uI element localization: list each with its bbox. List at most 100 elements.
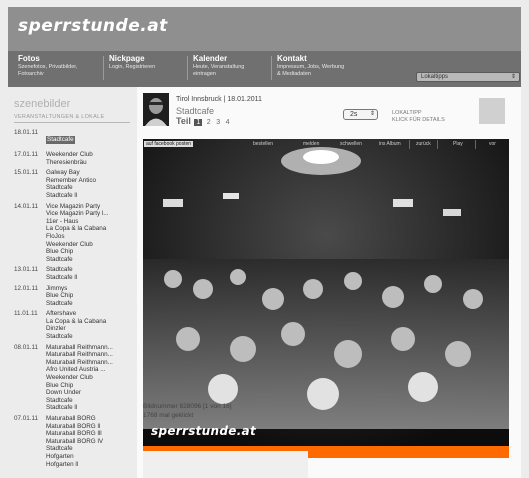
event-link[interactable]: 11er - Haus: [46, 218, 136, 226]
lokaltipp-title: LOKALTIPP: [392, 110, 422, 116]
event-date: 08.01.11: [14, 343, 39, 351]
order-button[interactable]: bestellen: [253, 141, 273, 147]
event-link[interactable]: Maturaball BORG lV: [46, 438, 136, 446]
list-item: Maturaball BORG lV: [46, 438, 136, 446]
toolbar-divider: [475, 140, 476, 149]
nav-item-kalender[interactable]: Kalender Heute, Veranstaltung eintragen: [193, 54, 244, 78]
page-link[interactable]: 4: [225, 119, 231, 126]
venue-logo[interactable]: [479, 98, 505, 124]
event-link[interactable]: Stadtcafe: [46, 184, 136, 192]
event-date-group: 12.01.11 Jimmys Blue Chip Stadtcafe: [14, 285, 136, 308]
event-list: 18.01.11 Stadtcafe 17.01.11 Weekender Club T…: [14, 129, 136, 471]
report-button[interactable]: melden: [303, 141, 319, 147]
event-link[interactable]: FloJos: [46, 233, 136, 241]
list-item: Stadtcafe: [46, 266, 136, 274]
page-link[interactable]: 2: [206, 119, 212, 126]
event-link[interactable]: Stadtcafe: [46, 445, 136, 453]
event-link[interactable]: Maturaball BORG lll: [46, 430, 136, 438]
event-link[interactable]: Blue Chip: [46, 248, 136, 256]
image-number: Bildnummer 828096 [1 von 16]: [143, 403, 232, 410]
add-to-album-button[interactable]: ins Album: [379, 141, 401, 147]
previous-button[interactable]: zurück: [416, 141, 431, 147]
event-link[interactable]: Stadtcafe: [46, 333, 136, 341]
list-item: Stadtcafe ll: [46, 274, 136, 282]
event-link[interactable]: Maturaball BORG ll: [46, 423, 136, 431]
toolbar-divider: [409, 140, 410, 149]
event-link[interactable]: Hofgarten ll: [46, 461, 136, 469]
schwellen-button[interactable]: schwellen: [340, 141, 362, 147]
nav-item-kontakt[interactable]: Kontakt Impressum, Jobs, Werbung & Media…: [277, 54, 344, 78]
nav-item-fotos[interactable]: Fotos Szenefotos, Privatbilder, Fotoarch…: [18, 54, 77, 78]
nav-item-nickpage[interactable]: Nickpage Login, Registrieren: [109, 54, 155, 71]
album-venue-link[interactable]: Stadtcafe: [176, 106, 214, 116]
event-link[interactable]: Aftershave: [46, 310, 136, 318]
event-items: Maturaball BORG Maturaball BORG ll Maturab…: [46, 415, 136, 468]
list-item: 11er - Haus: [46, 218, 136, 226]
page-link[interactable]: 3: [215, 119, 221, 126]
event-link[interactable]: Vice Magazin Party l...: [46, 210, 136, 218]
event-date: 11.01.11: [14, 310, 38, 318]
event-link[interactable]: Stadtcafe ll: [46, 404, 136, 412]
user-avatar[interactable]: [143, 93, 169, 126]
event-link[interactable]: Jimmys: [46, 285, 136, 293]
event-link[interactable]: Blue Chip: [46, 292, 136, 300]
list-item: Stadtcafe: [46, 184, 136, 192]
list-item: Down Under: [46, 389, 136, 397]
event-link[interactable]: Maturaball Reithmann...: [46, 351, 136, 359]
event-link[interactable]: Galway Bay: [46, 169, 136, 177]
event-link[interactable]: Maturaball Reithmann...: [46, 344, 136, 352]
event-date: 13.01.11: [14, 266, 39, 274]
event-link[interactable]: Maturaball Reithmann...: [46, 359, 136, 367]
select-arrows-icon: ⇕: [369, 111, 375, 117]
event-link[interactable]: Weekender Club: [46, 374, 136, 382]
nav-title: Fotos: [18, 54, 40, 63]
event-link[interactable]: La Copa & la Cabana: [46, 318, 136, 326]
site-header: sperrstunde.at: [8, 7, 521, 51]
event-date: 07.01.11: [14, 415, 39, 422]
event-link[interactable]: Stadtcafe ll: [46, 192, 136, 200]
slideshow-speed-select[interactable]: 2s ⇕: [343, 109, 378, 120]
lokaltipps-select[interactable]: Lokaltipps ⇕: [416, 72, 520, 82]
event-link[interactable]: Stadtcafe: [46, 266, 136, 274]
event-link[interactable]: Stadtcafe ll: [46, 274, 136, 282]
list-item: Vice Magazin Party: [46, 203, 136, 211]
event-link[interactable]: Maturaball BORG: [46, 415, 136, 423]
event-link[interactable]: Theresienbräu: [46, 159, 136, 167]
event-link[interactable]: Stadtcafe: [46, 136, 75, 144]
nav-title: Kalender: [193, 54, 228, 63]
play-button[interactable]: Play: [453, 141, 463, 147]
list-item: Weekender Club: [46, 374, 136, 382]
event-date-group: 08.01.11 Maturaball Reithmann... Maturabal…: [14, 344, 136, 412]
event-date-group: 07.01.11 Maturaball BORG Maturaball BORG l…: [14, 415, 136, 468]
list-item: Hofgarten ll: [46, 461, 136, 469]
event-items: Weekender Club Theresienbräu: [46, 151, 136, 166]
list-item: Afro United Austria ...: [46, 366, 136, 374]
event-link[interactable]: Down Under: [46, 389, 136, 397]
event-link[interactable]: Stadtcafe: [46, 300, 136, 308]
event-link[interactable]: Hofgarten: [46, 453, 136, 461]
photo-watermark: sperrstunde.at: [151, 424, 256, 438]
event-items: Maturaball Reithmann... Maturaball Reithm…: [46, 344, 136, 412]
next-button[interactable]: vor: [489, 141, 496, 147]
event-link[interactable]: Dinzler: [46, 325, 136, 333]
event-link[interactable]: Blue Chip: [46, 382, 136, 390]
ad-placeholder: [143, 451, 308, 478]
event-link[interactable]: Weekender Club: [46, 241, 136, 249]
event-date-group: 17.01.11 Weekender Club Theresienbräu: [14, 151, 136, 166]
event-link[interactable]: Stadtcafe: [46, 256, 136, 264]
event-link[interactable]: Afro United Austria ...: [46, 366, 136, 374]
event-link[interactable]: Vice Magazin Party: [46, 203, 136, 211]
main-content: Tirol Innsbruck | 18.01.2011 Stadtcafe T…: [137, 87, 521, 478]
event-link[interactable]: La Copa & la Cabana: [46, 225, 136, 233]
page-link[interactable]: 1: [194, 119, 203, 126]
nav-subtitle: Szenefotos, Privatbilder, Fotoarchiv: [18, 64, 78, 77]
lokaltipp-link[interactable]: LOKALTIPP KLICK FÜR DETAILS: [392, 110, 445, 124]
event-link[interactable]: Stadtcafe: [46, 397, 136, 405]
facebook-post-button[interactable]: auf facebook posten: [144, 141, 194, 147]
event-link[interactable]: Remember Antico: [46, 177, 136, 185]
toolbar-divider: [437, 140, 438, 149]
event-link[interactable]: Weekender Club: [46, 151, 136, 159]
main-nav: Fotos Szenefotos, Privatbilder, Fotoarch…: [8, 51, 521, 87]
event-date-group: 15.01.11 Galway Bay Remember Antico Stadtca…: [14, 169, 136, 199]
site-logo[interactable]: sperrstunde.at: [18, 16, 168, 36]
